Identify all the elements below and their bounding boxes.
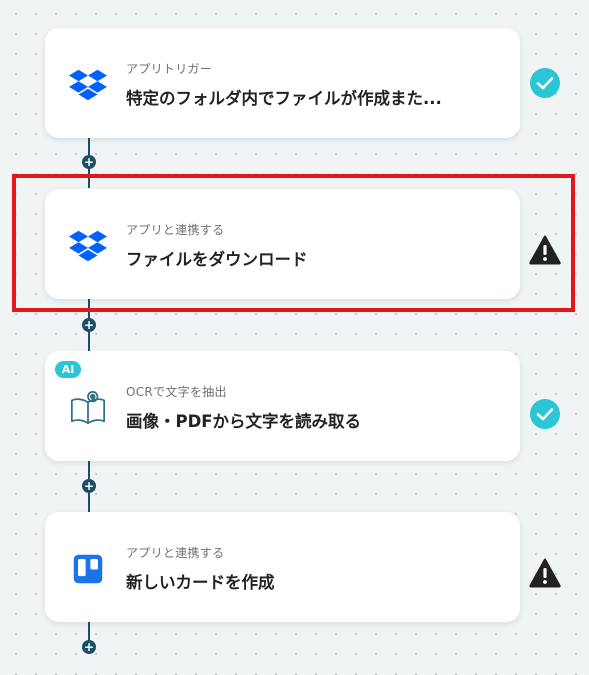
highlight-frame (12, 174, 575, 312)
book-ocr-icon (69, 389, 107, 427)
add-step-button[interactable]: + (82, 640, 96, 654)
step-subtitle: OCRで文字を抽出 (126, 385, 227, 399)
trello-icon (69, 550, 107, 588)
flow-step-card-trigger[interactable]: アプリトリガー 特定のフォルダ内でファイルが作成また... (45, 28, 520, 138)
step-subtitle: アプリと連携する (126, 546, 225, 560)
step-subtitle: アプリトリガー (126, 62, 213, 76)
add-step-button[interactable]: + (82, 318, 96, 332)
step-title: 画像・PDFから文字を読み取る (126, 412, 362, 431)
flow-step-card-create-card[interactable]: アプリと連携する 新しいカードを作成 (45, 512, 520, 622)
flow-step-card-ocr[interactable]: OCRで文字を抽出 画像・PDFから文字を読み取る (45, 351, 520, 461)
ai-badge: AI (55, 361, 81, 378)
warning-icon (529, 557, 561, 589)
success-check-icon (529, 398, 561, 430)
step-title: 特定のフォルダ内でファイルが作成また... (126, 89, 442, 108)
dropbox-icon (69, 66, 107, 104)
step-title: 新しいカードを作成 (126, 573, 275, 592)
add-step-button[interactable]: + (82, 155, 96, 169)
success-check-icon (529, 67, 561, 99)
add-step-button[interactable]: + (82, 479, 96, 493)
